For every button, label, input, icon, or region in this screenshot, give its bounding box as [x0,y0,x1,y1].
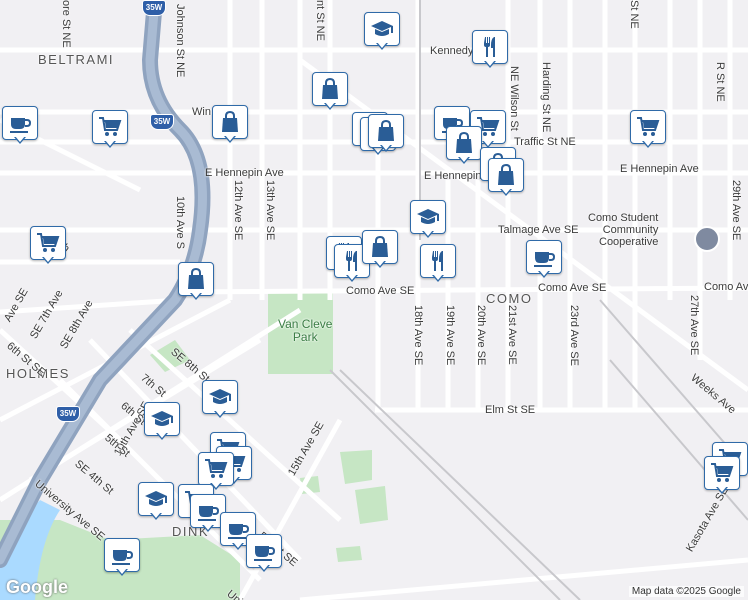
map-marker[interactable] [212,105,248,147]
grocery-cart-icon [92,110,128,144]
map-marker[interactable] [30,226,66,268]
street-label-st-ne-frag: St NE [628,0,640,29]
street-label-traffic: Traffic St NE [514,136,576,148]
grocery-cart-icon [704,456,740,490]
map-canvas[interactable]: BELTRAMI HOLMES COMO DINK Van Cleve Park… [0,0,748,600]
poi-line3: Cooperative [599,236,659,248]
street-label-29th-frag: 29th Ave SE [730,180,742,241]
neighborhood-label-como: COMO [486,291,533,306]
cafe-icon [2,106,38,140]
cafe-icon [246,534,282,568]
street-label-tenth-ave: 10th Ave S [174,196,186,250]
map-marker[interactable] [2,106,38,148]
street-label-johnson: Johnson St NE [174,4,186,78]
street-label-18th: 18th Ave SE [412,305,424,366]
cafe-icon [526,240,562,274]
street-label-como-far: Como Ave [704,281,748,293]
street-label-nore-st: ore St NE [60,0,72,48]
school-icon [144,402,180,436]
shopping-bag-icon [368,114,404,148]
map-marker[interactable] [364,12,400,54]
shopping-bag-icon [312,72,348,106]
street-label-wilson: NE Wilson St [508,66,520,131]
street-label-19th: 19th Ave SE [444,305,456,366]
neighborhood-label-beltrami: BELTRAMI [38,52,115,67]
school-icon [138,482,174,516]
map-base-layer [0,0,748,600]
grocery-cart-icon [30,226,66,260]
restaurant-icon [472,30,508,64]
street-label-e-hennepin-west: E Hennepin Ave [205,167,284,179]
map-marker[interactable] [92,110,128,152]
map-marker[interactable] [488,158,524,200]
poi-label-como-coop: Como Student Community Cooperative [588,212,658,248]
community-poi-icon[interactable] [694,226,720,252]
grocery-cart-icon [198,452,234,486]
street-label-como-east: Como Ave SE [538,282,607,294]
map-marker[interactable] [178,262,214,304]
street-label-27th: 27th Ave SE [688,295,700,356]
street-label-13th: 13th Ave SE [264,180,276,241]
map-marker[interactable] [312,72,348,114]
map-marker[interactable] [246,534,282,576]
street-label-12th: 12th Ave SE [232,180,244,241]
poi-line1: Como Student [588,212,659,224]
park-name-line2: Park [292,330,318,344]
map-marker[interactable] [630,110,666,152]
map-marker[interactable] [526,240,562,282]
shopping-bag-icon [178,262,214,296]
school-icon [364,12,400,46]
street-label-elm: Elm St SE [485,404,536,416]
map-marker[interactable] [420,244,456,286]
map-marker[interactable] [202,380,238,422]
shopping-bag-icon [362,230,398,264]
street-label-20th: 20th Ave SE [475,305,487,366]
street-label-kennedy: Kennedy [430,45,474,57]
map-marker[interactable] [138,482,174,524]
map-marker[interactable] [472,30,508,72]
street-label-r-st: R St NE [714,62,726,102]
street-label-21st: 21st Ave SE [506,305,518,365]
cafe-icon [104,538,140,572]
interstate-shield-2: 35W [150,114,174,130]
poi-line2: Community [602,224,659,236]
interstate-shield-1: 35W [142,0,166,16]
map-marker[interactable] [368,114,404,156]
google-logo: Google [6,577,68,597]
street-label-como-west: Como Ave SE [346,285,415,297]
park-label: Van Cleve Park [278,318,332,344]
interstate-shield-3: 35W [56,406,80,422]
map-marker[interactable] [446,126,482,168]
street-label-nt-st: nt St NE [314,0,326,41]
street-label-harding: Harding St NE [540,62,552,133]
school-icon [410,200,446,234]
map-marker[interactable] [104,538,140,580]
park-name-line1: Van Cleve [278,317,333,331]
street-label-talmage: Talmage Ave SE [498,224,579,236]
map-marker[interactable] [704,456,740,498]
map-marker[interactable] [144,402,180,444]
shopping-bag-icon [212,105,248,139]
street-label-winter: Win [192,106,211,118]
grocery-cart-icon [630,110,666,144]
shopping-bag-icon [488,158,524,192]
street-label-e-hennepin-east: E Hennepin Ave [620,163,699,175]
map-attribution: Map data ©2025 Google [628,586,744,597]
street-label-23rd: 23rd Ave SE [568,305,580,366]
school-icon [202,380,238,414]
map-marker[interactable] [362,230,398,272]
street-label-e-hennepin-center: E Hennepin [424,170,482,182]
shopping-bag-icon [446,126,482,160]
restaurant-icon [420,244,456,278]
map-marker[interactable] [410,200,446,242]
